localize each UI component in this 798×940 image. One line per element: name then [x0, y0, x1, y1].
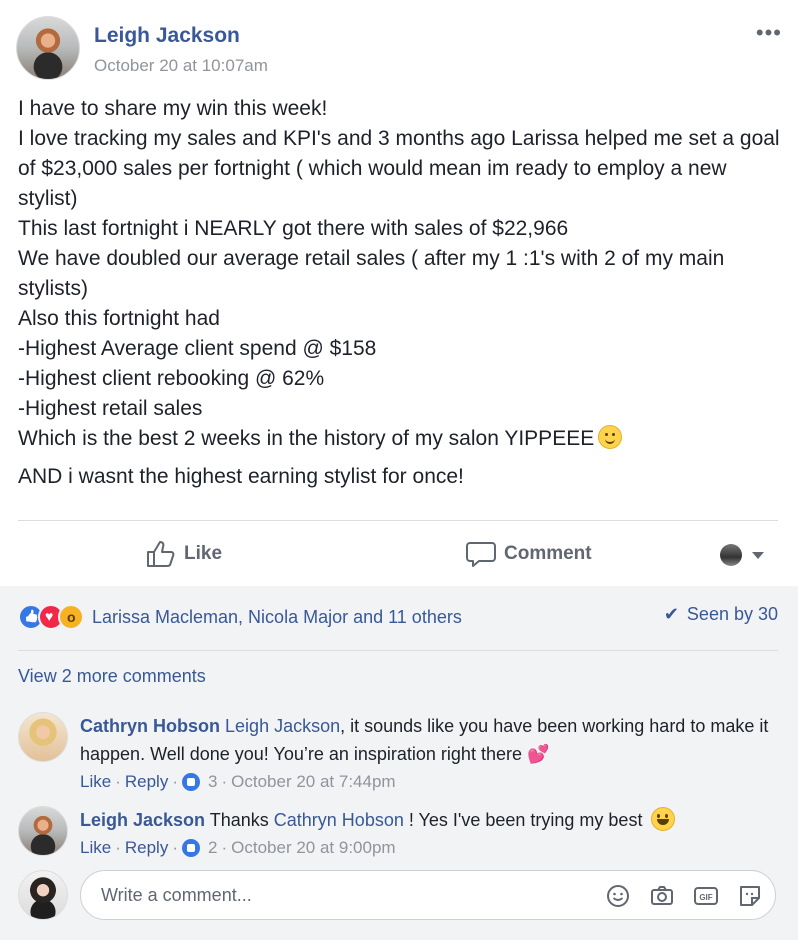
comment-text: Leigh Jackson Thanks Cathryn Hobson ! Ye… — [80, 806, 770, 834]
profile-avatar — [720, 544, 742, 566]
author-avatar[interactable] — [16, 16, 80, 80]
composer-icons: GIF — [605, 883, 763, 909]
mention-link[interactable]: Cathryn Hobson — [274, 810, 404, 830]
post-timestamp[interactable]: October 20 at 10:07am — [94, 56, 268, 76]
mention-link[interactable]: Leigh Jackson — [225, 716, 340, 736]
smile-emoji-icon — [598, 425, 623, 449]
comment-body: Leigh Jackson Thanks Cathryn Hobson ! Ye… — [80, 806, 770, 862]
seen-label: Seen by 30 — [686, 604, 778, 624]
thumbs-up-icon — [147, 541, 175, 567]
wow-reaction-icon — [58, 604, 84, 630]
commenter-avatar[interactable] — [18, 806, 68, 856]
current-user-avatar — [18, 870, 68, 920]
like-label: Like — [184, 543, 223, 564]
chevron-down-icon — [752, 551, 764, 559]
like-count-icon — [182, 839, 200, 857]
post-line-with-emoji: Which is the best 2 weeks in the history… — [18, 424, 784, 454]
post-line: -Highest retail sales — [18, 397, 203, 420]
grinning-emoji-icon — [651, 807, 676, 831]
post-header: Leigh Jackson October 20 at 10:07am ••• — [16, 16, 782, 80]
more-options-icon[interactable]: ••• — [756, 20, 782, 46]
post-line: -Highest Average client spend @ $158 — [18, 337, 377, 360]
gif-icon[interactable]: GIF — [693, 883, 719, 909]
divider — [18, 650, 778, 651]
commenter-name[interactable]: Leigh Jackson — [80, 810, 205, 830]
sparkling-heart-icon: 💕 — [527, 744, 550, 764]
comment-message: Thanks — [209, 810, 269, 830]
comment-reply-link[interactable]: Reply — [125, 768, 168, 796]
comment-meta: Like · Reply · 3 · October 20 at 7:44pm — [80, 768, 770, 796]
comment-button[interactable]: Comment — [466, 540, 592, 568]
reactors-list[interactable]: Larissa Macleman, Nicola Major and 11 ot… — [92, 607, 462, 628]
post-line: Also this fortnight had — [18, 307, 220, 330]
post-line: We have doubled our average retail sales… — [18, 247, 725, 300]
speech-bubble-icon — [466, 542, 496, 567]
comment-composer: Write a comment... GIF — [18, 870, 778, 922]
reaction-summary[interactable]: Larissa Macleman, Nicola Major and 11 ot… — [18, 604, 462, 630]
sticker-icon[interactable] — [737, 883, 763, 909]
post-line: I love tracking my sales and KPI's and 3… — [18, 127, 780, 210]
post-actions: Like Comment — [18, 526, 778, 582]
camera-icon[interactable] — [649, 883, 675, 909]
comment-meta: Like · Reply · 2 · October 20 at 9:00pm — [80, 834, 770, 862]
comment-input-placeholder: Write a comment... — [101, 885, 252, 905]
comment-label: Comment — [504, 543, 592, 564]
comment-message: ! Yes I've been trying my best — [408, 810, 643, 830]
comment-like-count[interactable]: 3 — [208, 768, 217, 796]
comment-body: Cathryn Hobson Leigh Jackson, it sounds … — [80, 712, 770, 796]
post-line: -Highest client rebooking @ 62% — [18, 367, 325, 390]
comment-reply-link[interactable]: Reply — [125, 834, 168, 862]
comment-like-link[interactable]: Like — [80, 768, 111, 796]
post-line: I have to share my win this week! — [18, 97, 328, 120]
checkmark-icon: ✔ — [663, 604, 679, 624]
svg-text:GIF: GIF — [699, 893, 712, 902]
post-line: AND i wasnt the highest earning stylist … — [18, 465, 464, 488]
comment-like-count[interactable]: 2 — [208, 834, 217, 862]
like-count-icon — [182, 773, 200, 791]
comment-like-link[interactable]: Like — [80, 834, 111, 862]
like-button[interactable]: Like — [146, 540, 222, 568]
comment-time[interactable]: October 20 at 9:00pm — [231, 834, 395, 862]
seen-by[interactable]: ✔ Seen by 30 — [664, 604, 778, 625]
comment-input[interactable]: Write a comment... GIF — [80, 870, 776, 920]
post-line: Which is the best 2 weeks in the history… — [18, 427, 595, 450]
comment-time[interactable]: October 20 at 7:44pm — [231, 768, 395, 796]
comment-text: Cathryn Hobson Leigh Jackson, it sounds … — [80, 712, 770, 768]
divider — [18, 520, 778, 521]
commenter-avatar[interactable] — [18, 712, 68, 762]
emoji-icon[interactable] — [605, 883, 631, 909]
post-as-selector[interactable] — [720, 544, 764, 566]
author-name[interactable]: Leigh Jackson — [94, 24, 240, 48]
post-body: I have to share my win this week! I love… — [18, 94, 784, 492]
view-more-comments-link[interactable]: View 2 more comments — [18, 666, 206, 687]
post-line: This last fortnight i NEARLY got there w… — [18, 217, 569, 240]
commenter-name[interactable]: Cathryn Hobson — [80, 716, 220, 736]
